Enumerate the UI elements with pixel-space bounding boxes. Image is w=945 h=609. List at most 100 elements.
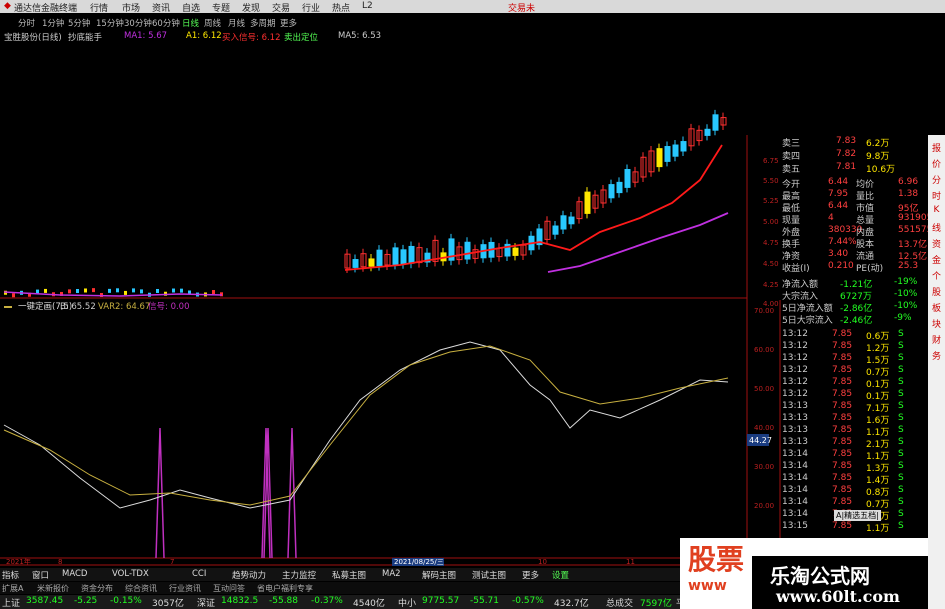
- tick-side: S: [898, 485, 904, 495]
- indicator-tab[interactable]: 解码主图: [422, 569, 456, 581]
- stat-value: 4: [828, 213, 834, 223]
- indicator-b: B: 65.52: [60, 302, 96, 312]
- side-tab-bar: 报价分时K线资金个股板块财务: [928, 135, 945, 609]
- flow-pct: -10%: [894, 301, 918, 311]
- tick-price: 7.85: [832, 413, 853, 423]
- tick-price: 7.85: [832, 497, 853, 507]
- status-index-name: 深证: [197, 599, 216, 609]
- status-index-name: 上证: [2, 599, 21, 609]
- candle-body: [108, 288, 111, 293]
- status-index-change: -55.88: [269, 596, 299, 606]
- ma-line-long: [547, 212, 729, 273]
- ask-price: 7.81: [836, 162, 857, 172]
- flow-value: -2.46亿: [840, 316, 873, 326]
- side-tab[interactable]: 时: [930, 189, 943, 202]
- indicator-tab[interactable]: MA2: [382, 569, 401, 579]
- tick-row: 13:15 7.85 1.1万 S: [748, 520, 904, 534]
- tick-price: 7.85: [832, 377, 853, 387]
- stat-value: 6.44: [828, 177, 849, 187]
- indicator-tab[interactable]: 指标: [2, 569, 19, 581]
- side-tab[interactable]: 财: [930, 333, 943, 346]
- candle-body: [624, 169, 631, 188]
- side-tab[interactable]: 个: [930, 269, 943, 282]
- stat-value: 6.96: [898, 177, 919, 187]
- indicator-tab[interactable]: 私募主图: [332, 569, 366, 581]
- side-tab[interactable]: 报: [930, 141, 943, 154]
- indicator-tab[interactable]: CCI: [192, 569, 206, 579]
- quote-panel: 卖三 7.83 6.2万 卖四 7.82 9.8万 卖五 7.81 10.6万 今开 6.44 均价 6…: [748, 135, 932, 540]
- status-index-amount: 3057亿: [152, 599, 184, 609]
- candle-body: [12, 293, 15, 298]
- stat-value: 0.210: [828, 261, 854, 271]
- extension-tab[interactable]: 扩展A: [2, 583, 23, 594]
- stat-value: 3.40: [828, 249, 849, 259]
- tick-side: S: [898, 365, 904, 375]
- side-tab[interactable]: 股: [930, 285, 943, 298]
- side-tab[interactable]: 务: [930, 349, 943, 362]
- candle-body: [212, 290, 215, 295]
- indicator-tab[interactable]: 设置: [552, 569, 569, 581]
- indicator-tab[interactable]: 窗口: [32, 569, 49, 581]
- tick-price: 7.85: [832, 365, 853, 375]
- candle-body: [124, 290, 127, 295]
- indicator-var2: VAR2: 64.67: [98, 302, 150, 312]
- tick-time: 13:12: [782, 353, 808, 363]
- side-tab[interactable]: 板: [930, 301, 943, 314]
- side-tab[interactable]: 块: [930, 317, 943, 330]
- status-index-change: -5.25: [74, 596, 98, 606]
- flow-pct: -19%: [894, 277, 918, 287]
- extension-tab[interactable]: 米新报价: [37, 583, 69, 594]
- candle-body: [568, 216, 575, 225]
- tick-price: 7.85: [832, 341, 853, 351]
- tick-volume: 1.1万: [866, 524, 890, 534]
- indicator-tab[interactable]: MACD: [62, 569, 87, 579]
- indicator-tab[interactable]: 趋势动力: [232, 569, 266, 581]
- status-index-pct: -0.37%: [311, 596, 343, 606]
- candle-body: [672, 144, 679, 157]
- stat-value: 25.3: [898, 261, 919, 271]
- candle-body: [116, 288, 119, 293]
- tick-price: 7.85: [832, 329, 853, 339]
- candles-group: [4, 109, 727, 298]
- level2-button[interactable]: A|精选五档|: [834, 510, 881, 521]
- extension-tab[interactable]: 行业资讯: [169, 583, 201, 594]
- tick-price: 7.85: [832, 485, 853, 495]
- side-tab[interactable]: 资: [930, 237, 943, 250]
- side-tab[interactable]: 价: [930, 157, 943, 170]
- extension-tab[interactable]: 资金分布: [81, 583, 113, 594]
- tick-price: 7.85: [832, 353, 853, 363]
- candle-body: [656, 148, 663, 168]
- tick-side: S: [898, 329, 904, 339]
- tick-price: 7.85: [832, 437, 853, 447]
- candle-body: [392, 247, 399, 265]
- indicator-tab[interactable]: VOL-TDX: [112, 569, 149, 579]
- date-label-4: 10: [538, 558, 547, 566]
- tick-time: 13:14: [782, 449, 808, 459]
- candle-body: [84, 288, 87, 293]
- extension-tab[interactable]: 省电户福利专享: [257, 583, 313, 594]
- tick-side: S: [898, 401, 904, 411]
- indicator-tab[interactable]: 主力监控: [282, 569, 316, 581]
- status-index-value: 14832.5: [221, 596, 259, 606]
- tick-time: 13:12: [782, 389, 808, 399]
- tick-side: S: [898, 473, 904, 483]
- tick-side: S: [898, 353, 904, 363]
- candle-body: [44, 288, 47, 293]
- tick-side: S: [898, 497, 904, 507]
- extension-tab[interactable]: 互动问答: [213, 583, 245, 594]
- ask-row: 卖五 7.81 10.6万: [748, 161, 903, 175]
- side-tab[interactable]: 分: [930, 173, 943, 186]
- stat-value: 1.38: [898, 189, 919, 199]
- indicator-tab[interactable]: 测试主图: [472, 569, 506, 581]
- tick-price: 7.85: [832, 401, 853, 411]
- tick-time: 13:14: [782, 473, 808, 483]
- extension-tab[interactable]: 综合资讯: [125, 583, 157, 594]
- side-tab[interactable]: 线: [930, 221, 943, 234]
- candle-body: [68, 289, 71, 294]
- side-tab[interactable]: 金: [930, 253, 943, 266]
- indicator-tab[interactable]: 更多: [522, 569, 539, 581]
- candle-body: [376, 249, 383, 267]
- side-tab[interactable]: K: [930, 205, 943, 215]
- indicator-tab-bar: 指标 窗口 MACD VOL-TDX CCI 趋势动力 主力监控 私募主图 MA2 解码主图 测试主…: [0, 568, 680, 581]
- brand-name: 乐淘公式网: [770, 564, 870, 588]
